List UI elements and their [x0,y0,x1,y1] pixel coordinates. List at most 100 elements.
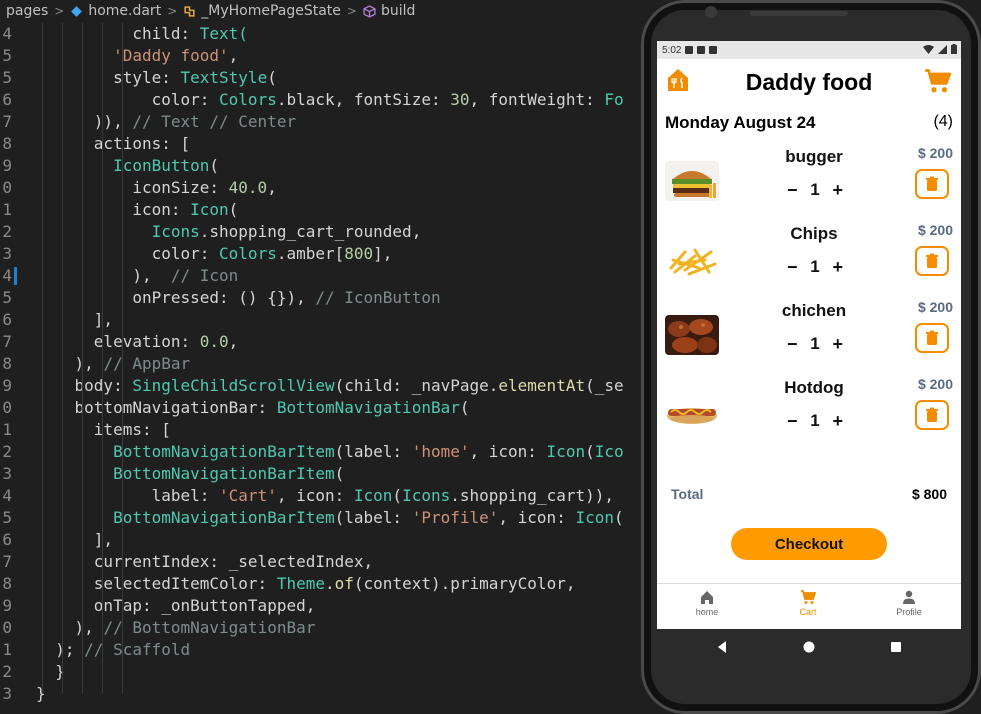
code-line[interactable]: 8 actions: [ [0,133,645,155]
increment-button[interactable]: + [832,180,843,201]
code-line[interactable]: 5 BottomNavigationBarItem(label: 'Profil… [0,507,645,529]
code-line[interactable]: 1 items: [ [0,419,645,441]
nav-label: Profile [896,607,922,617]
delete-button[interactable] [915,246,949,276]
increment-button[interactable]: + [832,257,843,278]
code-line[interactable]: 2 } [0,661,645,683]
code-text: color: Colors.black, fontSize: 30, fontW… [36,89,624,111]
breadcrumb-item-folder[interactable]: pages [6,3,48,19]
back-icon[interactable] [715,640,729,654]
code-line[interactable]: 7 elevation: 0.0, [0,331,645,353]
code-line[interactable]: 1 ); // Scaffold [0,639,645,661]
delete-button[interactable] [915,169,949,199]
wifi-icon [923,44,934,54]
code-line[interactable]: 3 color: Colors.amber[800], [0,243,645,265]
indent-guide [62,23,63,693]
code-token: // IconButton [315,288,441,307]
decrement-button[interactable]: − [787,257,798,278]
breadcrumb-item-file[interactable]: home.dart [70,3,161,19]
code-token: } [36,662,65,681]
quantity-stepper: −1 + [787,179,843,201]
code-line[interactable]: 9 onTap: _onButtonTapped, [0,595,645,617]
code-token: BottomNavigationBar [276,398,460,417]
code-line[interactable]: 8 ), // AppBar [0,353,645,375]
increment-button[interactable]: + [832,334,843,355]
code-token: Text( [199,24,248,43]
decrement-button[interactable]: − [787,180,798,201]
code-line[interactable]: 9 body: SingleChildScrollView(child: _na… [0,375,645,397]
line-number: 8 [2,354,12,373]
code-token: , [228,46,239,65]
code-line[interactable]: 6 ], [0,529,645,551]
code-token: 'home' [411,442,470,461]
code-token: ), [36,354,104,373]
code-line[interactable]: 2 BottomNavigationBarItem(label: 'home',… [0,441,645,463]
breadcrumb-label: _MyHomePageState [201,3,341,19]
code-line[interactable]: 4 label: 'Cart', icon: Icon(Icons.shoppi… [0,485,645,507]
code-line[interactable]: 6 color: Colors.black, fontSize: 30, fon… [0,89,645,111]
line-number: 5 [2,288,12,307]
code-token: (_se [585,376,624,395]
line-number: 1 [2,200,12,219]
checkout-button[interactable]: Checkout [731,528,887,560]
code-text: ), // Icon [36,265,238,287]
code-area[interactable]: 4 child: Text(5 'Daddy food', 5 style: Te… [0,23,645,714]
code-token: , fontWeight: [469,90,605,109]
code-token: selectedItemColor: [36,574,277,593]
code-line[interactable]: 0 ), // BottomNavigationBar [0,617,645,639]
code-text: elevation: 0.0, [36,331,239,353]
code-text: actions: [ [36,133,190,155]
chevron-right-icon: > [54,4,65,18]
breadcrumb-item-method[interactable]: build [363,3,415,19]
code-token: Icon [353,486,393,505]
code-line[interactable]: 4 child: Text( [0,23,645,45]
line-number: 0 [2,178,12,197]
quantity-value: 1 [810,180,820,199]
decrement-button[interactable]: − [787,411,798,432]
speaker-grille [750,11,848,16]
line-number: 5 [2,46,12,65]
code-line[interactable]: 8 selectedItemColor: Theme.of(context).p… [0,573,645,595]
app-title: Daddy food [745,69,873,95]
code-line[interactable]: 7 )), // Text // Center [0,111,645,133]
code-text: } [36,661,65,683]
decrement-button[interactable]: − [787,334,798,355]
code-line[interactable]: 3 BottomNavigationBarItem( [0,463,645,485]
code-line[interactable]: 0 iconSize: 40.0, [0,177,645,199]
nav-item-home[interactable]: home [667,589,747,617]
home-circle-icon[interactable] [802,640,816,654]
breadcrumb-label: pages [6,3,49,19]
item-count: (4) [933,113,953,130]
code-token: )), [36,112,133,131]
code-line[interactable]: 4 ), // Icon [0,265,645,287]
code-token: Icons [402,486,451,505]
code-token: ( [267,68,277,87]
nav-item-profile[interactable]: Profile [869,589,949,617]
line-number: 3 [2,684,12,703]
delete-button[interactable] [915,323,949,353]
code-line[interactable]: 5 onPressed: () {}), // IconButton [0,287,645,309]
dart-file-icon [71,5,83,17]
code-line[interactable]: 3} [0,683,645,705]
battery-icon [951,44,957,54]
code-line[interactable]: 5 'Daddy food', [0,45,645,67]
code-line[interactable]: 5 style: TextStyle( [0,67,645,89]
shopping-cart-icon[interactable] [924,67,952,95]
recents-icon[interactable] [889,640,903,654]
breadcrumb-label: home.dart [88,3,162,19]
code-line[interactable]: 0 bottomNavigationBar: BottomNavigationB… [0,397,645,419]
code-token: ( [209,156,220,175]
indent-guide [42,23,43,693]
increment-button[interactable]: + [832,411,843,432]
code-line[interactable]: 1 icon: Icon( [0,199,645,221]
code-line[interactable]: 7 currentIndex: _selectedIndex, [0,551,645,573]
delete-button[interactable] [915,400,949,430]
breadcrumb-item-class[interactable]: _MyHomePageState [183,3,341,19]
nav-item-cart[interactable]: Cart [768,589,848,617]
code-line[interactable]: 2 Icons.shopping_cart_rounded, [0,221,645,243]
code-line[interactable]: 9 IconButton( [0,155,645,177]
quantity-stepper: −1 + [787,333,843,355]
code-line[interactable]: 6 ], [0,309,645,331]
cart-list[interactable]: bugger −1 + $ 200 Chips −1 + $ 200 chichen −1 + $ 2… [657,145,961,463]
quantity-value: 1 [810,411,820,430]
